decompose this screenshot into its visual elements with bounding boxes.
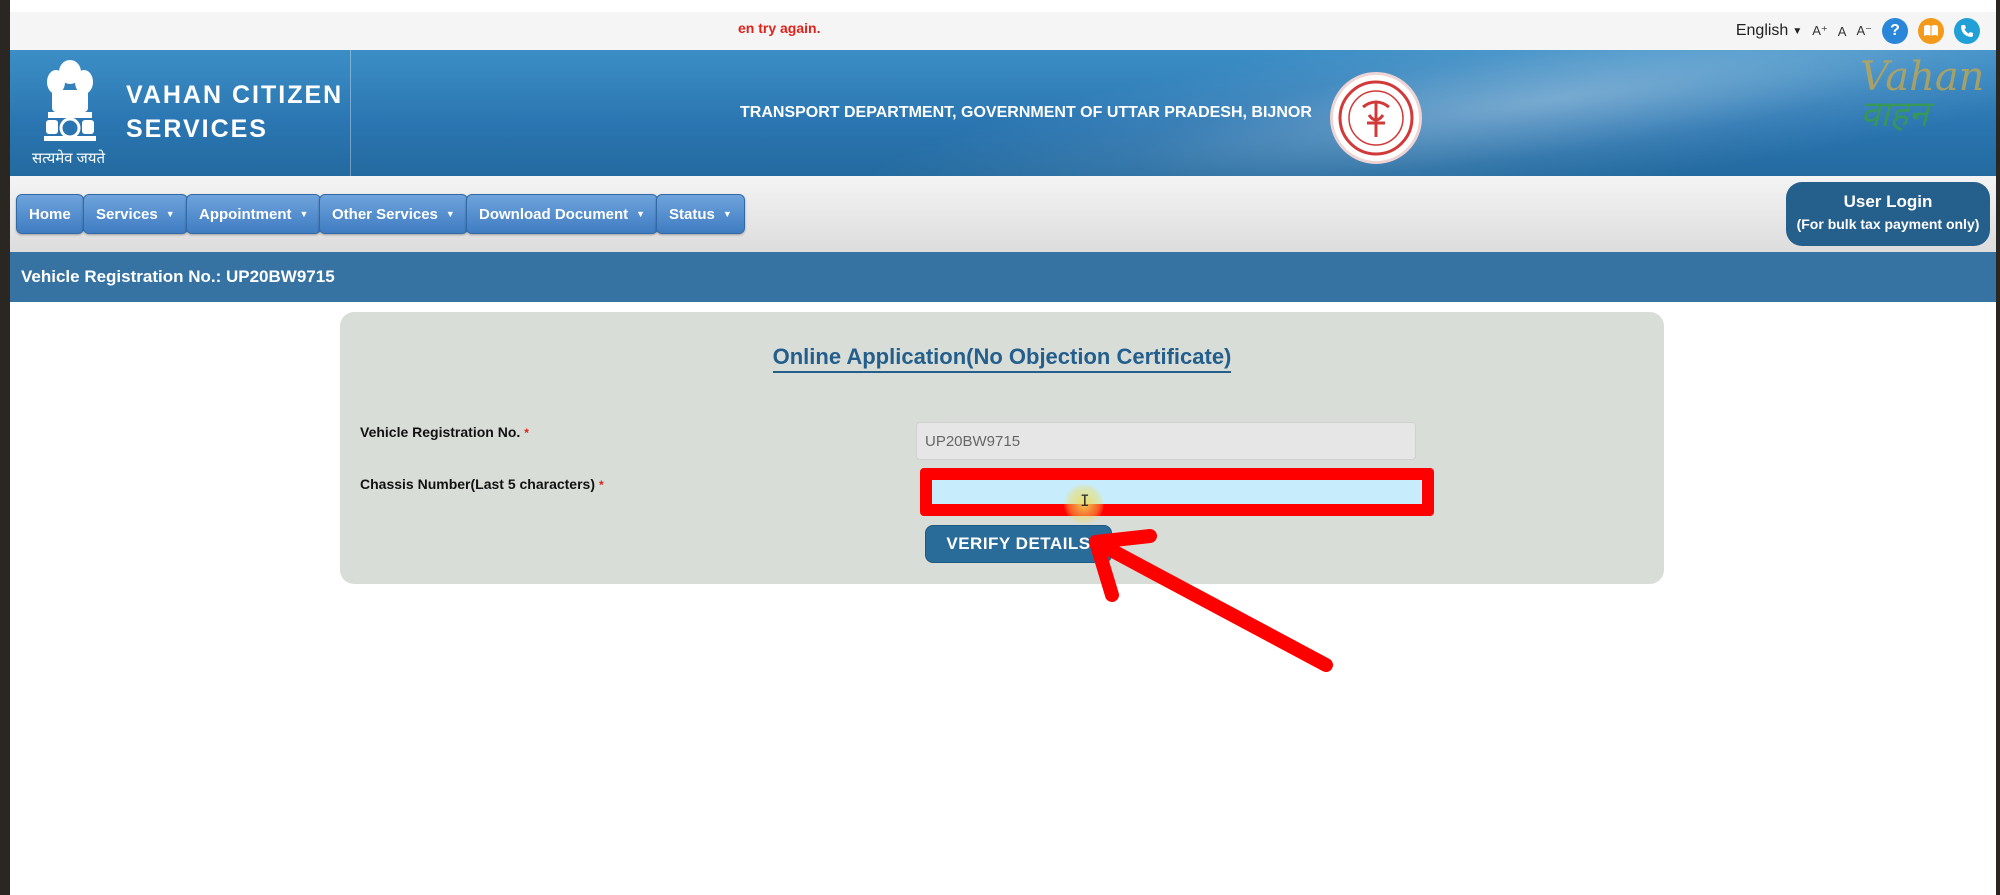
- nav-label: Other Services: [332, 205, 438, 223]
- nav-appointment[interactable]: Appointment ▼: [186, 194, 322, 234]
- registration-bar: Vehicle Registration No.: UP20BW9715: [10, 252, 1996, 302]
- site-title-line2: SERVICES: [126, 115, 268, 143]
- user-login-button[interactable]: User Login (For bulk tax payment only): [1786, 182, 1990, 246]
- noc-form-panel: Online Application(No Objection Certific…: [340, 312, 1664, 584]
- required-mark: *: [599, 478, 604, 492]
- brand-block: सत्यमेव जयते VAHAN CITIZEN SERVICES: [10, 50, 351, 176]
- text-cursor-icon: I: [1080, 491, 1090, 510]
- nav-other-services[interactable]: Other Services ▼: [319, 194, 468, 234]
- utility-controls: English ▼ A⁺ A A⁻ ?: [1736, 18, 1980, 44]
- site-title[interactable]: VAHAN CITIZEN SERVICES: [126, 78, 356, 146]
- font-decrease-button[interactable]: A⁻: [1856, 23, 1872, 39]
- form-title-text: Online Application(No Objection Certific…: [772, 344, 1232, 373]
- error-message: en try again.: [738, 20, 821, 36]
- book-icon[interactable]: [1918, 18, 1944, 44]
- utility-bar: en try again. English ▼ A⁺ A A⁻ ?: [10, 12, 1996, 51]
- language-select[interactable]: English: [1736, 22, 1788, 40]
- reg-no-label-text: Vehicle Registration No.: [360, 424, 521, 440]
- chassis-highlight-box: [920, 468, 1434, 516]
- nav-label: Download Document: [479, 205, 629, 223]
- nav-label: Status: [669, 205, 715, 223]
- emblem-motto: सत्यमेव जयते: [32, 150, 106, 167]
- user-login-sublabel: (For bulk tax payment only): [1796, 216, 1980, 232]
- red-arrow-annotation: [1089, 529, 1333, 672]
- nav-label: Services: [96, 205, 158, 223]
- font-increase-button[interactable]: A⁺: [1812, 23, 1828, 39]
- chevron-down-icon: ▼: [722, 209, 732, 219]
- required-mark: *: [524, 426, 529, 440]
- user-login-label: User Login: [1843, 192, 1933, 211]
- chevron-down-icon[interactable]: ▼: [1792, 26, 1802, 37]
- registration-bar-text: Vehicle Registration No.: UP20BW9715: [21, 267, 335, 286]
- font-normal-button[interactable]: A: [1838, 24, 1847, 39]
- up-government-seal-icon: [1330, 72, 1422, 164]
- chevron-down-icon: ▼: [165, 209, 175, 219]
- vahan-logo-hi: वाहन: [1860, 94, 1929, 135]
- site-header: सत्यमेव जयते VAHAN CITIZEN SERVICES TRAN…: [10, 50, 1996, 176]
- chassis-label: Chassis Number(Last 5 characters) *: [360, 476, 604, 492]
- browser-page: en try again. English ▼ A⁺ A A⁻ ? सत्यमे…: [10, 0, 1996, 895]
- nav-home[interactable]: Home: [16, 194, 84, 234]
- chevron-down-icon: ▼: [636, 209, 646, 219]
- chassis-number-input[interactable]: [932, 480, 1422, 504]
- nav-label: Home: [29, 205, 71, 223]
- chevron-down-icon: ▼: [445, 209, 455, 219]
- reg-no-input[interactable]: [916, 422, 1416, 460]
- nav-services[interactable]: Services ▼: [83, 194, 188, 234]
- chevron-down-icon: ▼: [299, 209, 309, 219]
- site-title-line1: VAHAN CITIZEN: [126, 81, 344, 109]
- reg-no-label: Vehicle Registration No. *: [360, 424, 529, 440]
- vahan-logo: Vahan वाहन: [1860, 57, 1984, 135]
- department-title: TRANSPORT DEPARTMENT, GOVERNMENT OF UTTA…: [740, 104, 1312, 121]
- nav-download-document[interactable]: Download Document ▼: [466, 194, 659, 234]
- phone-icon[interactable]: [1954, 18, 1980, 44]
- chassis-label-text: Chassis Number(Last 5 characters): [360, 476, 595, 492]
- nav-status[interactable]: Status ▼: [656, 194, 745, 234]
- nav-label: Appointment: [199, 205, 292, 223]
- national-emblem-icon: [44, 60, 96, 141]
- main-nav: Home Services ▼ Appointment ▼ Other Serv…: [10, 176, 1996, 252]
- form-title: Online Application(No Objection Certific…: [340, 344, 1664, 373]
- help-icon[interactable]: ?: [1882, 18, 1908, 44]
